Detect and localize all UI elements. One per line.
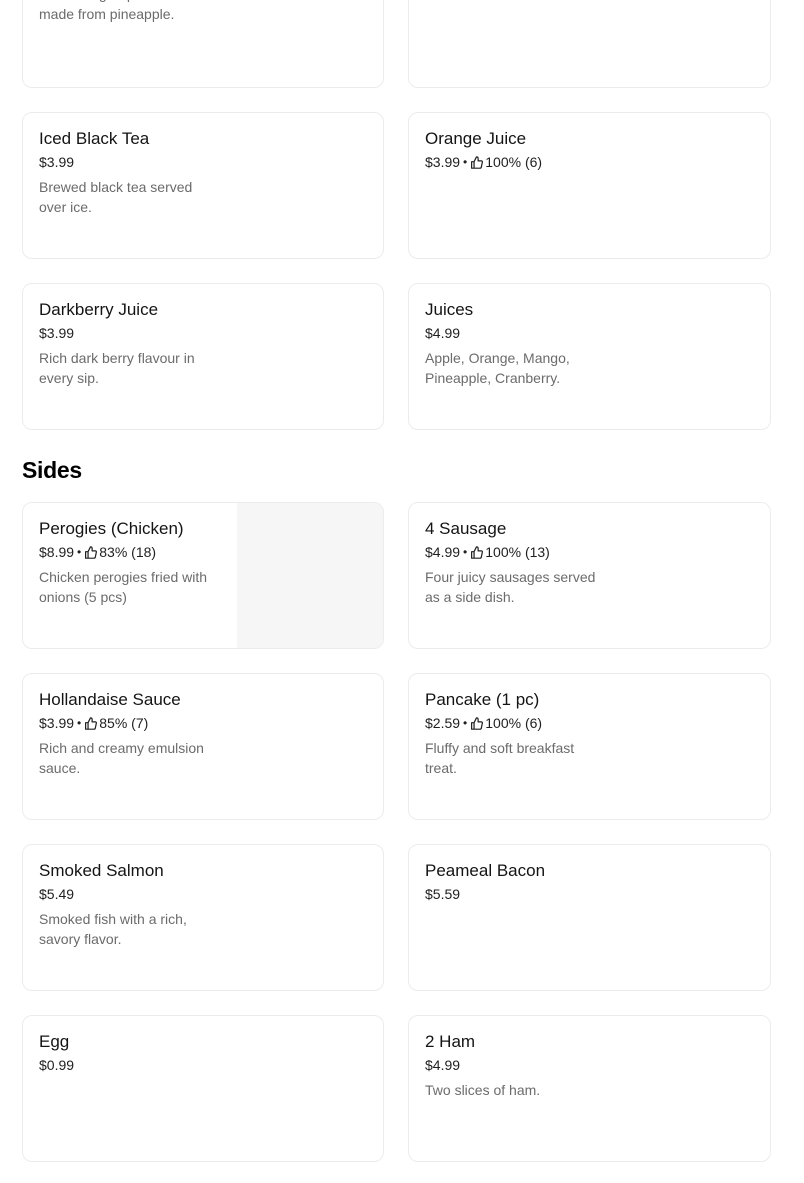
menu-item-body: Egg $0.99 — [39, 1031, 367, 1074]
menu-item-price: $5.49 — [39, 886, 75, 902]
menu-item-body: Orange Juice $3.99 • 100% (6) — [425, 128, 754, 171]
menu-item-name: Iced Black Tea — [39, 129, 150, 148]
menu-item-price: $5.59 — [425, 886, 461, 902]
menu-item-description: Rich dark berry flavour in every sip. — [39, 350, 195, 386]
menu-item-body: 2 Ham $4.99 Two slices of ham. — [425, 1031, 754, 1100]
menu-item-card[interactable]: Hollandaise Sauce $3.99 • 85% (7) Rich a… — [22, 673, 384, 820]
separator-dot: • — [463, 545, 468, 559]
menu-item-card[interactable]: Pancake (1 pc) $2.59 • 100% (6) Fluffy a… — [408, 673, 771, 820]
menu-item-price: $4.99 — [425, 544, 461, 560]
menu-item-body: Peameal Bacon $5.59 — [425, 860, 754, 903]
separator-dot: • — [463, 155, 468, 169]
menu-item-body: Pancake (1 pc) $2.59 • 100% (6) Fluffy a… — [425, 689, 754, 778]
menu-item-rating: 100% (6) — [485, 715, 543, 731]
menu-item-description: Apple, Orange, Mango, Pineapple, Cranber… — [425, 350, 570, 386]
menu-item-price: $8.99 — [39, 544, 75, 560]
thumbs-up-icon — [470, 716, 484, 730]
section-title-sides: Sides — [22, 457, 82, 483]
menu-item-description: Refreshing tropical drink made from pine… — [39, 0, 190, 22]
menu-item-meta: $4.99 • 100% (13) — [425, 543, 754, 561]
thumbs-up-icon — [84, 545, 98, 559]
menu-item-meta: $2.59 • 100% (6) — [425, 714, 754, 732]
menu-item-name: 4 Sausage — [425, 519, 507, 538]
sides-grid: Perogies (Chicken) $8.99 • 83% (18) Chic… — [22, 502, 771, 1162]
menu-item-card[interactable]: Egg $0.99 — [22, 1015, 384, 1162]
menu-item-description: Brewed black tea served over ice. — [39, 179, 193, 215]
menu-item-meta: $4.99 — [425, 1056, 754, 1074]
menu-item-meta: $8.99 • 83% (18) — [39, 543, 367, 561]
menu-item-description: Two slices of ham. — [425, 1082, 541, 1098]
menu-item-card[interactable]: 2 Ham $4.99 Two slices of ham. — [408, 1015, 771, 1162]
menu-item-card[interactable]: 4 Sausage $4.99 • 100% (13) Four juicy s… — [408, 502, 771, 649]
menu-item-meta: $0.99 — [39, 1056, 367, 1074]
menu-item-name: Juices — [425, 300, 474, 319]
menu-item-card[interactable]: Perogies (Chicken) $8.99 • 83% (18) Chic… — [22, 502, 384, 649]
menu-item-card[interactable]: Iced Black Tea $3.99 Brewed black tea se… — [22, 112, 384, 259]
menu-item-rating: 100% (6) — [485, 154, 543, 170]
separator-dot: • — [77, 545, 82, 559]
menu-item-card[interactable] — [408, 0, 771, 88]
menu-item-body: Smoked Salmon $5.49 Smoked fish with a r… — [39, 860, 367, 949]
menu-item-price: $2.59 — [425, 715, 461, 731]
menu-item-price: $3.99 — [39, 715, 75, 731]
menu-item-meta: $3.99 — [39, 324, 367, 342]
menu-item-description: Smoked fish with a rich, savory flavor. — [39, 911, 187, 947]
menu-item-card[interactable]: Smoked Salmon $5.49 Smoked fish with a r… — [22, 844, 384, 991]
menu-item-price: $3.99 — [39, 325, 75, 341]
menu-item-card[interactable]: Darkberry Juice $3.99 Rich dark berry fl… — [22, 283, 384, 430]
menu-item-description: Rich and creamy emulsion sauce. — [39, 740, 204, 776]
menu-item-body: Perogies (Chicken) $8.99 • 83% (18) Chic… — [39, 518, 367, 607]
menu-item-card[interactable]: Juices $4.99 Apple, Orange, Mango, Pinea… — [408, 283, 771, 430]
menu-item-rating: 83% (18) — [99, 544, 157, 560]
menu-item-body: 4 Sausage $4.99 • 100% (13) Four juicy s… — [425, 518, 754, 607]
menu-item-description: Chicken perogies fried with onions (5 pc… — [39, 569, 208, 605]
menu-item-body: Iced Black Tea $3.99 Brewed black tea se… — [39, 128, 367, 217]
thumbs-up-icon — [84, 716, 98, 730]
menu-item-meta: $3.99 • 100% (6) — [425, 153, 754, 171]
menu-item-name: Darkberry Juice — [39, 300, 159, 319]
menu-item-name: Orange Juice — [425, 129, 527, 148]
menu-item-name: Egg — [39, 1032, 70, 1051]
menu-item-meta: $5.59 — [425, 885, 754, 903]
thumbs-up-icon — [470, 155, 484, 169]
thumbs-up-icon — [470, 545, 484, 559]
menu-item-body: Hollandaise Sauce $3.99 • 85% (7) Rich a… — [39, 689, 367, 778]
menu-item-name: Pancake (1 pc) — [425, 690, 540, 709]
menu-item-price: $3.99 — [425, 154, 461, 170]
menu-item-card[interactable]: Peameal Bacon $5.59 — [408, 844, 771, 991]
menu-item-price: $4.99 — [425, 1057, 461, 1073]
menu-item-meta: $5.49 — [39, 885, 367, 903]
menu-item-meta: $3.99 — [39, 153, 367, 171]
separator-dot: • — [77, 716, 82, 730]
menu-item-description: Fluffy and soft breakfast treat. — [425, 740, 575, 776]
menu-item-card[interactable]: Orange Juice $3.99 • 100% (6) — [408, 112, 771, 259]
menu-item-meta: $3.99 • 85% (7) — [39, 714, 367, 732]
menu-item-name: 2 Ham — [425, 1032, 476, 1051]
menu-item-name: Smoked Salmon — [39, 861, 164, 880]
menu-item-rating: 85% (7) — [99, 715, 149, 731]
menu-item-name: Perogies (Chicken) — [39, 519, 184, 538]
menu-item-body: Refreshing tropical drink made from pine… — [39, 0, 367, 24]
menu-item-name: Hollandaise Sauce — [39, 690, 181, 709]
menu-item-description: Four juicy sausages served as a side dis… — [425, 569, 596, 605]
menu-item-body: Juices $4.99 Apple, Orange, Mango, Pinea… — [425, 299, 754, 388]
menu-item-name: Peameal Bacon — [425, 861, 546, 880]
menu-page: Refreshing tropical drink made from pine… — [22, 0, 771, 1162]
menu-item-price: $3.99 — [39, 154, 75, 170]
drinks-grid: Refreshing tropical drink made from pine… — [22, 0, 771, 430]
menu-item-rating: 100% (13) — [485, 544, 550, 560]
menu-item-meta: $4.99 — [425, 324, 754, 342]
menu-item-card[interactable]: Refreshing tropical drink made from pine… — [22, 0, 384, 88]
separator-dot: • — [463, 716, 468, 730]
menu-item-body: Darkberry Juice $3.99 Rich dark berry fl… — [39, 299, 367, 388]
menu-item-price: $4.99 — [425, 325, 461, 341]
menu-item-price: $0.99 — [39, 1057, 75, 1073]
